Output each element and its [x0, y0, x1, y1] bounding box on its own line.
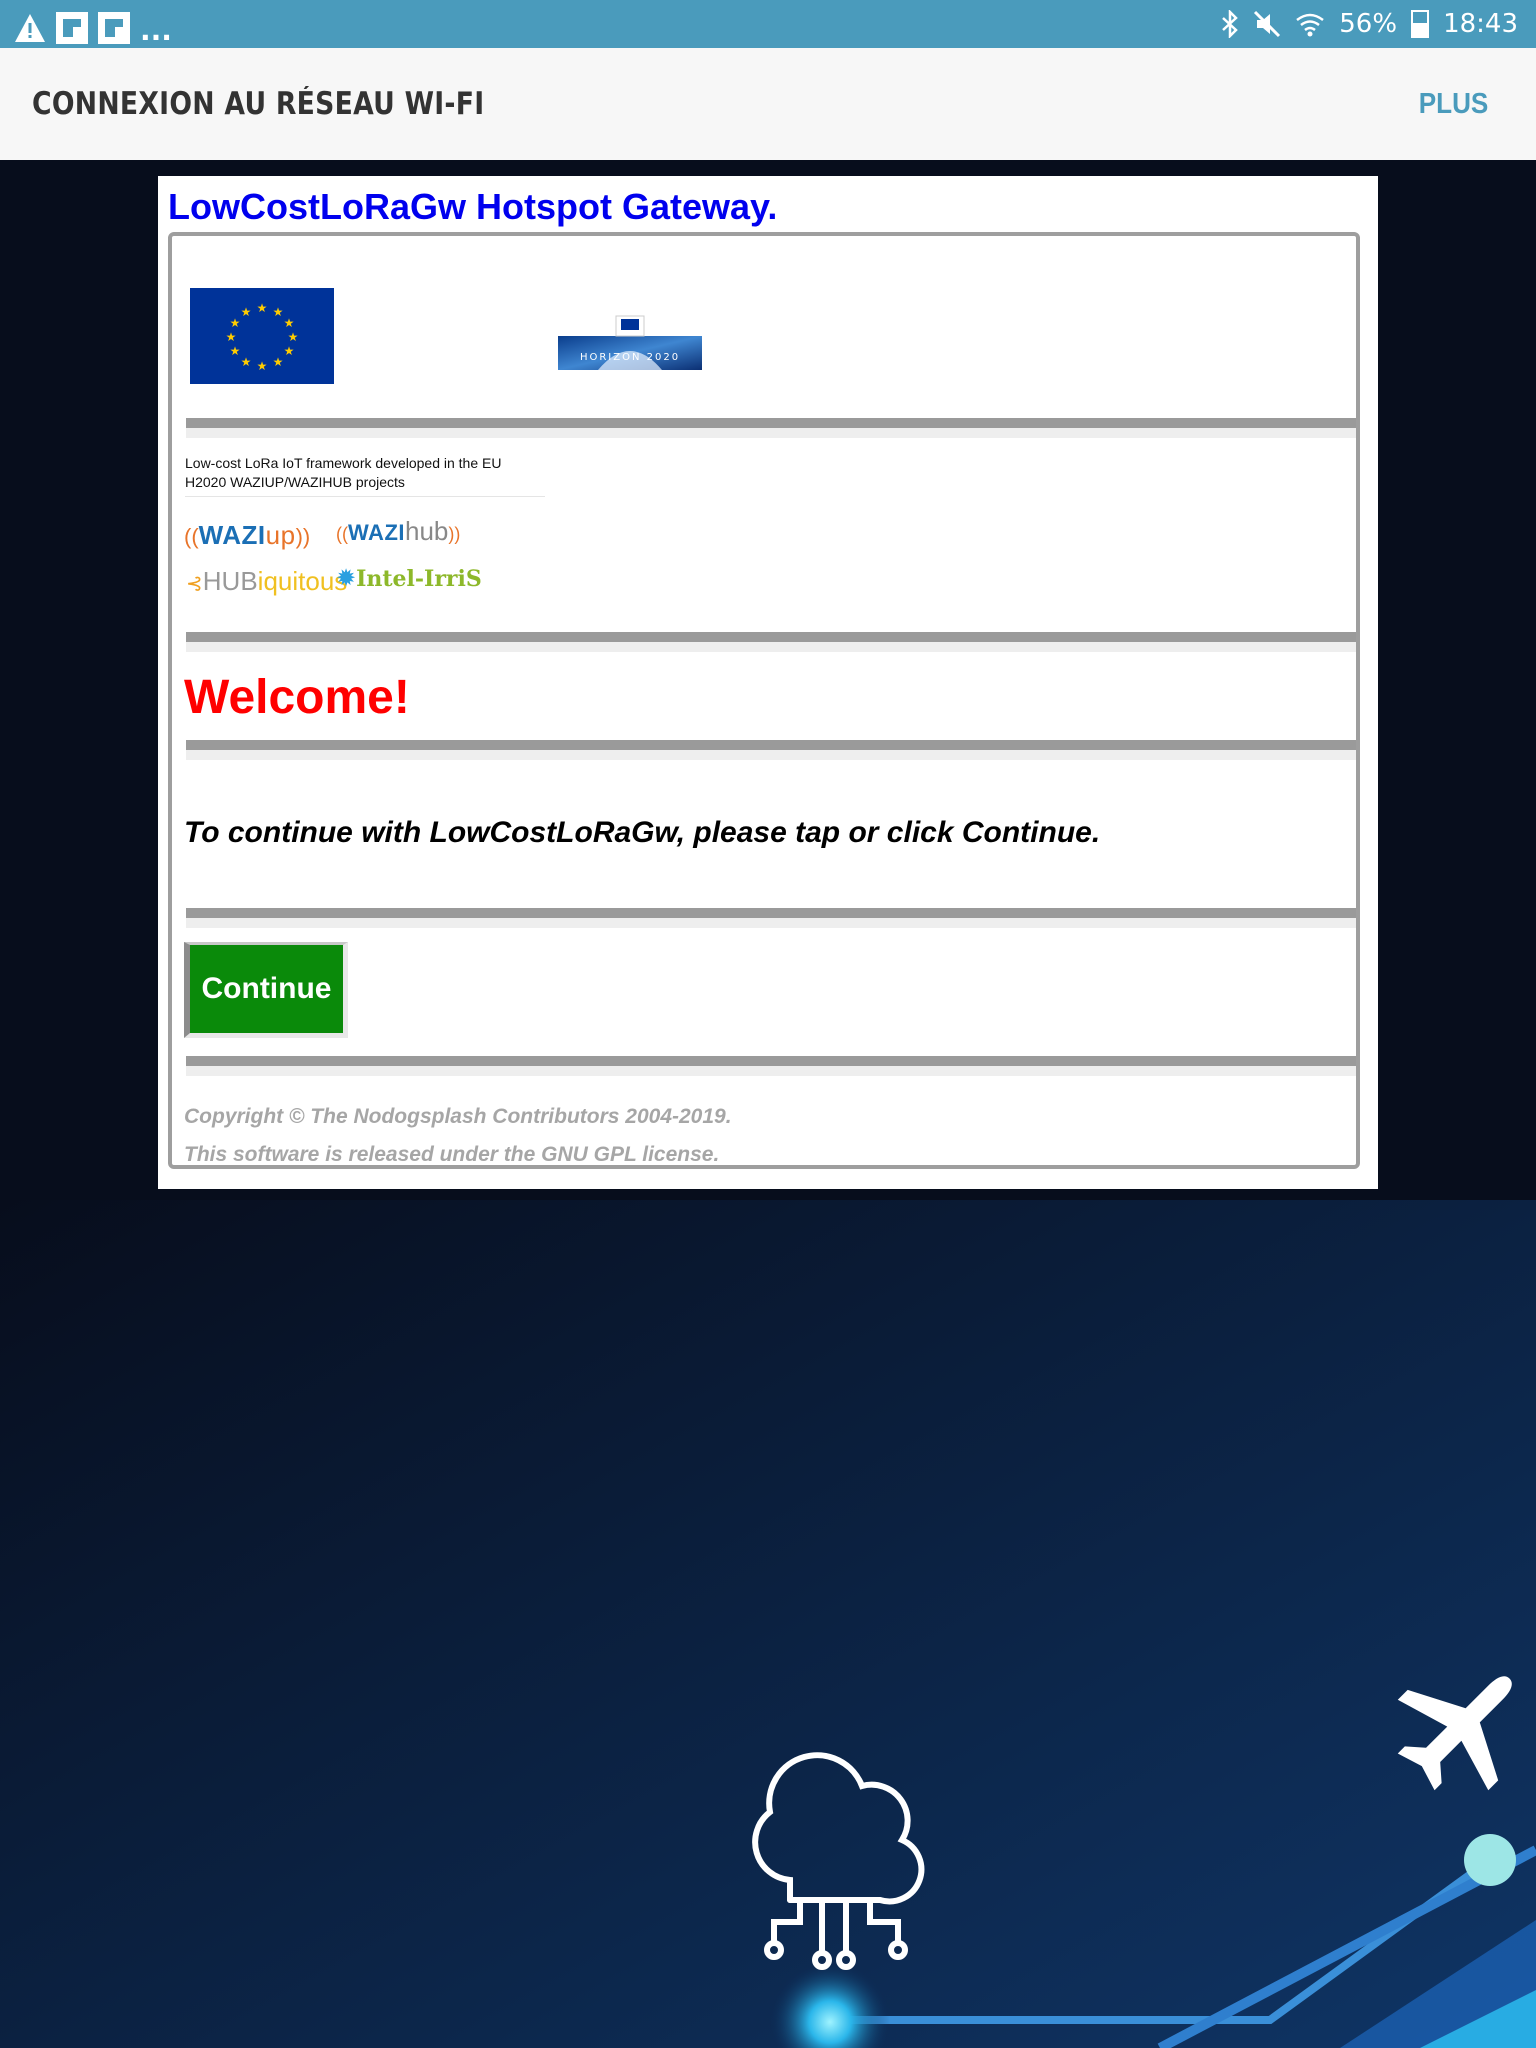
app-bar: CONNEXION AU RÉSEAU WI-FI PLUS: [0, 48, 1536, 160]
wazihub-logo: ((WAZIhub)): [336, 516, 461, 546]
eu-flag-logo: ★ ★★ ★★★ ★★★ ★★★: [190, 288, 334, 384]
copyright-text: Copyright © The Nodogsplash Contributors…: [184, 1105, 732, 1128]
wifi-icon: [1296, 13, 1325, 37]
project-tagline: Low-cost LoRa IoT framework developed in…: [185, 454, 545, 497]
notification-icon: [98, 11, 130, 44]
divider: [186, 632, 1356, 652]
mute-icon: [1254, 10, 1281, 38]
svg-text:★: ★: [230, 316, 241, 330]
battery-icon: [1411, 10, 1430, 38]
copyright-footer: Copyright © The Nodogsplash Contributors…: [184, 1098, 732, 1174]
page-title: CONNEXION AU RÉSEAU WI-FI: [32, 86, 485, 122]
svg-text:★: ★: [273, 305, 284, 319]
network-node: [1464, 1834, 1516, 1886]
horizon-2020-logo: HORIZON 2020: [558, 312, 702, 370]
captive-portal-page: LowCostLoRaGw Hotspot Gateway. ★ ★ ★ ★ ★ ★ ★…: [158, 176, 1378, 1189]
portal-card: ★ ★ ★ ★ ★ ★ ★ ★ ★ ★ ★ ★ HORIZON 2020 Low…: [168, 232, 1360, 1169]
hubiquitous-logo: ⊰HUBiquitous: [186, 566, 348, 596]
svg-text:★: ★: [241, 305, 252, 319]
svg-text:★: ★: [226, 330, 237, 344]
warning-icon: [15, 13, 45, 42]
portal-title: LowCostLoRaGw Hotspot Gateway.: [168, 186, 778, 227]
svg-text:★: ★: [284, 344, 295, 358]
divider: [186, 740, 1356, 760]
svg-text:★: ★: [257, 301, 268, 315]
svg-text:★: ★: [241, 355, 252, 369]
bluetooth-icon: [1222, 10, 1239, 38]
svg-text:★: ★: [230, 344, 241, 358]
status-bar: ... 56% 18:43: [0, 0, 1536, 48]
svg-text:★: ★: [273, 355, 284, 369]
system-status: 56% 18:43: [1221, 0, 1518, 48]
more-notifications: ...: [140, 14, 172, 47]
welcome-heading: Welcome!: [184, 671, 410, 724]
notification-area: ...: [14, 8, 172, 47]
battery-percent: 56%: [1339, 9, 1398, 39]
continue-button[interactable]: Continue: [184, 942, 348, 1038]
license-text: This software is released under the GNU …: [184, 1143, 720, 1166]
horizon-2020-label: HORIZON 2020: [580, 352, 680, 363]
background-illustration: [0, 1200, 1536, 2048]
divider: [186, 418, 1356, 438]
more-button[interactable]: PLUS: [1418, 88, 1488, 121]
notification-icon: [56, 11, 88, 44]
svg-text:★: ★: [257, 359, 268, 373]
intel-irris-logo: ✹Intel-IrriS: [336, 565, 482, 592]
clock: 18:43: [1443, 9, 1518, 39]
instruction-text: To continue with LowCostLoRaGw, please t…: [184, 816, 1101, 849]
divider: [186, 908, 1356, 928]
svg-text:★: ★: [288, 330, 299, 344]
waziup-logo: ((WAZIup)): [184, 520, 311, 550]
divider: [186, 1056, 1356, 1076]
svg-text:★: ★: [284, 316, 295, 330]
